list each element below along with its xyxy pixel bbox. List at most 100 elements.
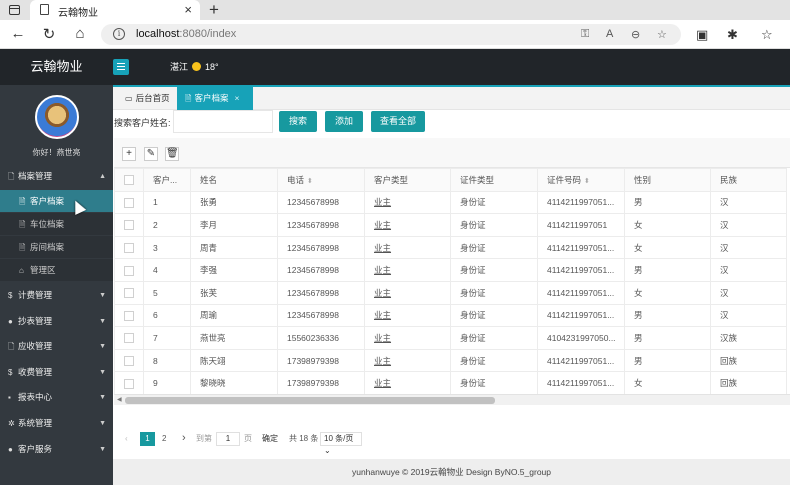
window-menu-icon[interactable] [9,5,20,15]
table-cell: 男 [624,348,711,373]
table-row[interactable]: 2 李月 12345678998 业主 身份证 4114211997051 女汉 [114,213,787,237]
zoom-icon[interactable]: ⊖ [631,28,640,41]
table-row[interactable]: 9 黎晓晓 17398979398 业主 身份证 4114211997051... 女回族 [114,371,787,394]
sort-icon[interactable]: ⬍ [584,178,590,185]
column-header[interactable]: 姓名 [190,168,278,192]
table-cell: 12345678998 [277,213,365,237]
close-tab-icon[interactable]: × [184,2,192,17]
edit-icon[interactable]: ✎ [144,147,158,161]
page-2-button[interactable]: 2 [162,432,166,446]
sidebar-item-system[interactable]: ✲ 系统管理 ▼ [0,411,113,436]
table-cell: 张芙 [190,280,278,305]
column-header[interactable]: 客户类型 [364,168,451,192]
tab-home[interactable]: ▭ 后台首页 [117,87,178,110]
browser-tab[interactable]: 云翰物业 × [30,0,200,20]
favorite-icon[interactable]: ☆ [657,28,667,41]
extension-icon[interactable]: ▣ [696,27,708,43]
table-row[interactable]: 6 周瑜 12345678998 业主 身份证 4114211997051... 男汉 [114,303,787,328]
table-row[interactable]: 7 燕世亮 15560236336 业主 身份证 4104231997050... 男汉族 [114,326,787,350]
column-header[interactable]: 证件类型 [450,168,538,192]
table-cell: 周瑜 [190,303,278,328]
table-row[interactable]: 4 李强 12345678998 业主 身份证 4114211997051... 男汉 [114,258,787,282]
horizontal-scrollbar[interactable]: ◀ [114,394,790,405]
table-cell: 业主 [364,326,451,350]
row-checkbox[interactable] [114,258,144,282]
sidebar-item-label: 档案管理 [18,171,53,181]
url-host: localhost [136,28,180,40]
address-bar-row: ← ↻ ⌂ i localhost:8080/index ⚿ A ⊖ ☆ ▣ ✱… [0,20,790,49]
delete-icon[interactable]: 🗑 [165,147,179,161]
sidebar-item-archive[interactable]: 🗋 档案管理 ▲ [0,164,113,189]
file-icon: 🗋 [8,172,15,181]
refresh-icon[interactable]: ↻ [40,25,58,43]
money-icon: $ [8,291,13,300]
column-header-sortable[interactable]: 电话 ⬍ [277,168,365,192]
sidebar-subitem-room[interactable]: 🗎 房间档案 [0,236,113,258]
sidebar-subitem-area[interactable]: ⌂ 管理区 [0,259,113,281]
add-button[interactable]: 添加 [325,111,363,132]
table-cell: 身份证 [450,348,538,373]
read-aloud-icon[interactable]: A [606,28,613,40]
home-icon[interactable]: ⌂ [71,25,89,42]
sidebar-item-receivable[interactable]: 🗋 应收管理 ▼ [0,334,113,359]
search-input[interactable] [173,110,273,133]
per-page-select[interactable]: 10 条/页 ⌄ [320,432,362,455]
confirm-button[interactable]: 确定 [262,432,278,446]
sidebar-item-meter[interactable]: ● 抄表管理 ▼ [0,309,113,334]
table-cell: 12345678998 [277,235,365,260]
prev-page-icon[interactable]: ‹ [125,432,128,446]
row-checkbox[interactable] [114,348,144,373]
tab-customer[interactable]: 🗎 客户档案 × [177,87,253,110]
avatar [35,95,79,139]
close-icon[interactable]: × [234,93,239,103]
caret-down-icon: ▼ [99,394,106,401]
url-field[interactable]: i localhost:8080/index ⚿ A ⊖ ☆ [101,24,681,45]
sidebar-item-charge[interactable]: $ 收费管理 ▼ [0,360,113,385]
footer: yunhanwuye © 2019云翰物业 Design ByNO.5_grou… [113,459,790,485]
row-checkbox[interactable] [114,213,144,237]
row-checkbox[interactable] [114,303,144,328]
select-all-checkbox[interactable] [114,168,144,192]
table-cell: 17398979398 [277,371,365,394]
info-icon[interactable]: i [113,28,125,40]
row-checkbox[interactable] [114,280,144,305]
table-cell: 业主 [364,235,451,260]
menu-toggle-button[interactable] [113,59,129,75]
key-icon[interactable]: ⚿ [581,28,589,41]
sort-icon[interactable]: ⬍ [307,178,313,185]
table-row[interactable]: 8 陈天翊 17398979398 业主 身份证 4114211997051... 男回族 [114,348,787,373]
back-icon[interactable]: ← [9,25,27,42]
row-checkbox[interactable] [114,326,144,350]
column-header[interactable]: 性别 [624,168,711,192]
table-cell: 12345678998 [277,258,365,282]
sidebar-item-label: 抄表管理 [18,316,53,326]
puzzle-icon[interactable]: ✱ [727,27,738,43]
add-icon[interactable]: + [122,147,136,161]
sidebar-subitem-parking[interactable]: 🗎 车位档案 [0,213,113,235]
page-number-input[interactable]: 1 [216,432,240,446]
view-all-button[interactable]: 查看全部 [371,111,425,132]
caret-down-icon: ▼ [99,446,106,453]
scrollbar-thumb[interactable] [125,397,495,404]
search-button[interactable]: 搜索 [279,111,317,132]
row-checkbox[interactable] [114,190,144,215]
next-page-icon[interactable]: › [182,431,186,445]
sidebar-item-report[interactable]: ▪ 报表中心 ▼ [0,385,113,410]
favorites-bar-icon[interactable]: ☆ [761,27,773,43]
column-header[interactable]: 民族 [710,168,787,192]
sidebar-item-service[interactable]: ● 客户服务 ▼ [0,437,113,462]
row-checkbox[interactable] [114,371,144,394]
table-row[interactable]: 1 张勇 12345678998 业主 身份证 4114211997051... 男汉 [114,190,787,215]
table-row[interactable]: 3 周青 12345678998 业主 身份证 4114211997051... 女汉 [114,235,787,260]
table-cell: 15560236336 [277,326,365,350]
table-cell: 4114211997051... [537,190,625,215]
row-checkbox[interactable] [114,235,144,260]
page-1-button[interactable]: 1 [140,432,155,446]
table-cell: 李强 [190,258,278,282]
sidebar-subitem-customer[interactable]: 🗎 客户档案 [0,190,113,212]
table-row[interactable]: 5 张芙 12345678998 业主 身份证 4114211997051... 女汉 [114,280,787,305]
new-tab-button[interactable]: + [209,0,219,20]
column-header-sortable[interactable]: 证件号码 ⬍ [537,168,625,192]
sidebar-item-billing[interactable]: $ 计费管理 ▼ [0,283,113,308]
column-header[interactable]: 客户... [143,168,191,192]
